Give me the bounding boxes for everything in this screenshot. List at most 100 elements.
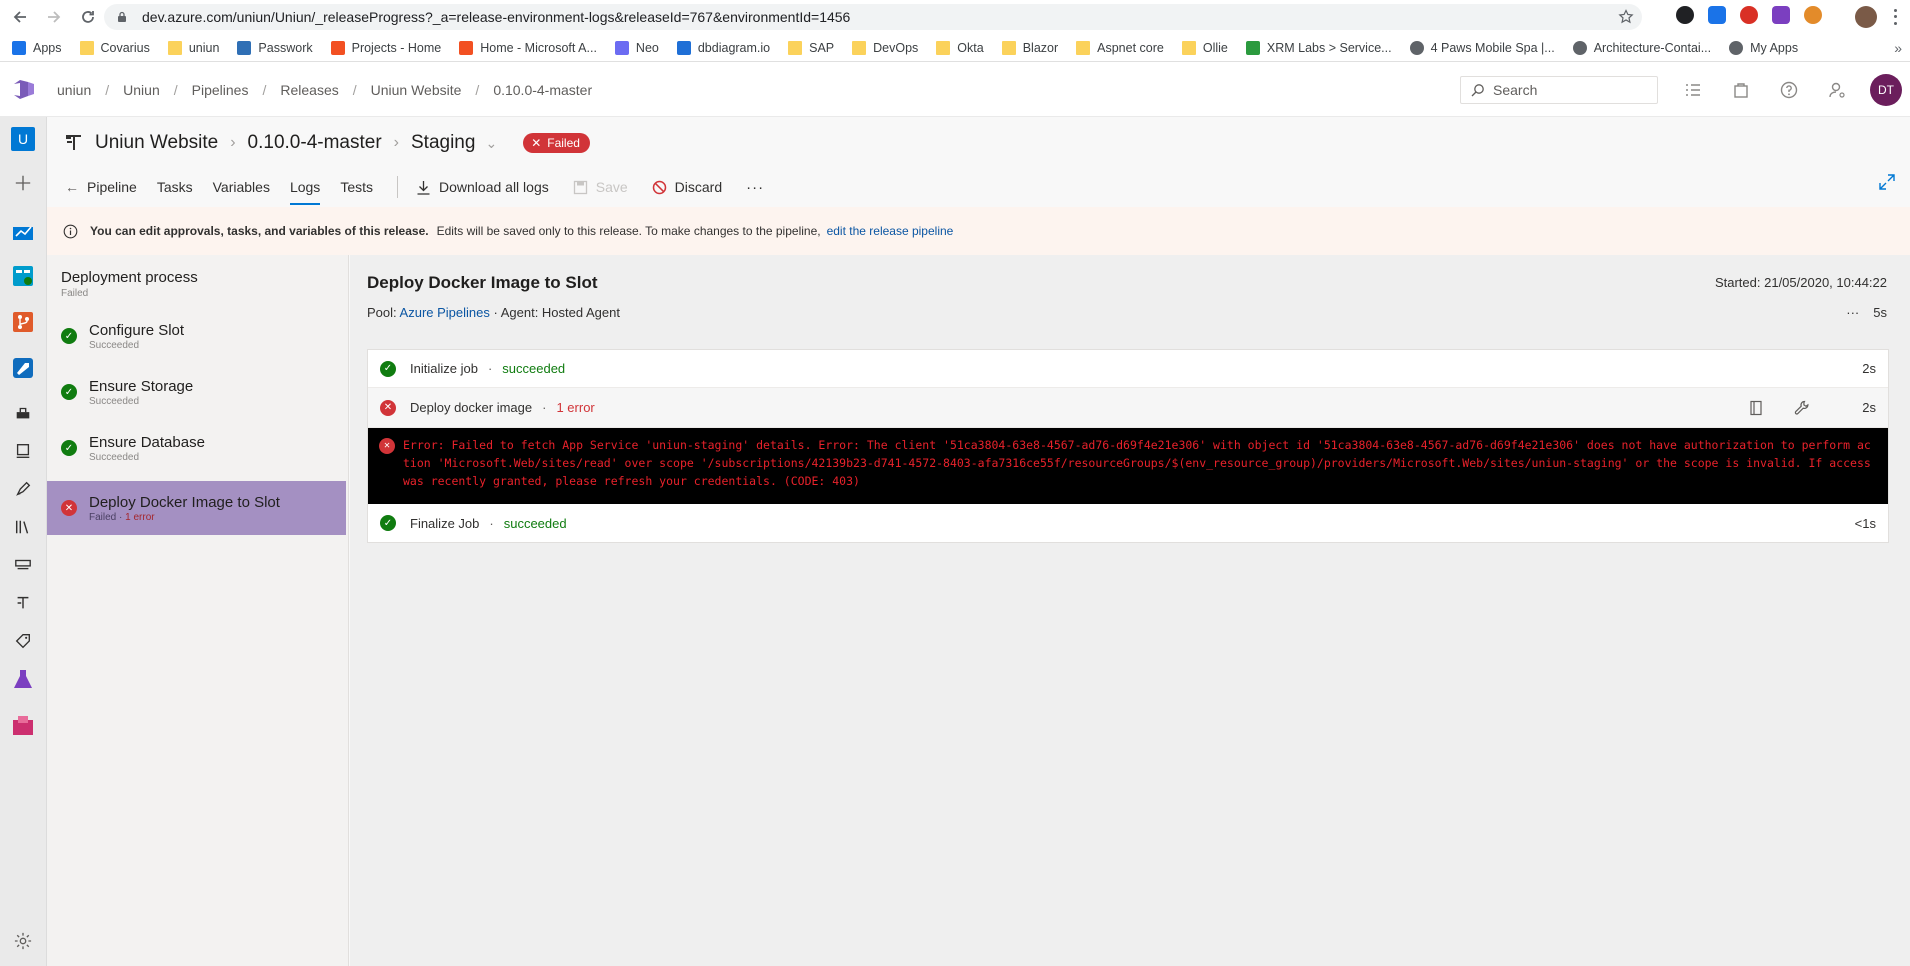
bookmark-item[interactable]: Blazor bbox=[1001, 40, 1058, 55]
job-more-button[interactable]: ··· bbox=[1846, 305, 1859, 320]
artifacts-icon[interactable] bbox=[10, 712, 36, 738]
more-icon: ··· bbox=[746, 178, 765, 196]
banner-bold-text: You can edit approvals, tasks, and varia… bbox=[90, 224, 429, 238]
tab-bar: ← Pipeline Tasks Variables Logs Tests Do… bbox=[65, 169, 788, 205]
bookmark-star-icon[interactable] bbox=[1618, 9, 1634, 25]
project-settings-gear-icon[interactable] bbox=[10, 928, 36, 954]
bookmark-item[interactable]: Projects - Home bbox=[330, 40, 441, 55]
bookmark-item[interactable]: XRM Labs > Service... bbox=[1245, 40, 1392, 55]
new-plus-icon[interactable] bbox=[10, 170, 36, 196]
flask-extension-icon[interactable] bbox=[1772, 6, 1790, 24]
stage-name[interactable]: Staging bbox=[411, 132, 475, 154]
bookmark-item[interactable]: DevOps bbox=[852, 40, 918, 55]
process-step-deploy-docker-image[interactable]: ✕ Deploy Docker Image to Slot Failed · 1… bbox=[47, 481, 346, 535]
user-settings-icon[interactable] bbox=[1828, 81, 1846, 99]
download-all-logs-button[interactable]: Download all logs bbox=[416, 179, 549, 195]
status-badge: ✕ Failed bbox=[523, 133, 590, 153]
pipeline-builds-icon[interactable] bbox=[10, 400, 36, 426]
process-step-ensure-database[interactable]: ✓ Ensure Database Succeeded bbox=[47, 421, 346, 475]
globe-icon bbox=[1409, 40, 1424, 55]
log-step-initialize-job[interactable]: ✓ Initialize job · succeeded 2s bbox=[368, 350, 1888, 388]
tab-variables[interactable]: Variables bbox=[213, 169, 270, 205]
azure-devops-logo-icon[interactable] bbox=[12, 78, 36, 100]
more-actions-button[interactable]: ··· bbox=[746, 179, 764, 196]
breadcrumb-item[interactable]: Pipelines bbox=[192, 82, 249, 98]
deployment-groups-icon[interactable] bbox=[10, 590, 36, 616]
overview-icon[interactable] bbox=[10, 217, 36, 243]
repos-icon[interactable] bbox=[10, 309, 36, 335]
log-step-deploy-docker-image[interactable]: ✕ Deploy docker image · 1 error 2s bbox=[368, 388, 1888, 428]
tag-icon[interactable] bbox=[10, 628, 36, 654]
key-extension-icon[interactable] bbox=[1708, 6, 1726, 24]
bookmarks-overflow-icon[interactable]: » bbox=[1894, 40, 1902, 56]
log-step-finalize-job[interactable]: ✓ Finalize Job · succeeded <1s bbox=[368, 504, 1888, 542]
pipelines-icon[interactable] bbox=[10, 355, 36, 381]
reload-icon[interactable] bbox=[74, 3, 102, 31]
user-avatar[interactable]: DT bbox=[1870, 74, 1902, 106]
test-plans-icon[interactable] bbox=[10, 666, 36, 692]
library-icon[interactable] bbox=[10, 514, 36, 540]
log-step-duration: <1s bbox=[1854, 515, 1876, 531]
pool-link[interactable]: Azure Pipelines bbox=[400, 305, 490, 320]
pipeline-name-link[interactable]: Uniun Website bbox=[95, 132, 218, 154]
list-settings-icon[interactable] bbox=[1684, 81, 1702, 99]
task-groups-icon[interactable] bbox=[10, 552, 36, 578]
save-label: Save bbox=[595, 179, 628, 195]
discard-button[interactable]: Discard bbox=[652, 179, 722, 195]
search-input[interactable]: Search bbox=[1460, 76, 1658, 104]
wrench-icon[interactable] bbox=[1794, 400, 1810, 416]
release-name-link[interactable]: 0.10.0-4-master bbox=[248, 132, 382, 154]
password-extension-icon[interactable] bbox=[1676, 6, 1694, 24]
bookmark-item[interactable]: 4 Paws Mobile Spa |... bbox=[1409, 40, 1555, 55]
deployment-process-header[interactable]: Deployment process Failed bbox=[61, 269, 198, 299]
tab-logs[interactable]: Logs bbox=[289, 169, 321, 205]
tab-tasks[interactable]: Tasks bbox=[157, 169, 193, 205]
help-icon[interactable] bbox=[1780, 81, 1798, 99]
record-extension-icon[interactable] bbox=[1740, 6, 1758, 24]
bookmark-item[interactable]: Apps bbox=[12, 40, 62, 55]
separator-dot: · bbox=[489, 515, 494, 531]
bookmark-item[interactable]: Ollie bbox=[1181, 40, 1228, 55]
cookie-extension-icon[interactable] bbox=[1804, 6, 1822, 24]
bookmark-item[interactable]: My Apps bbox=[1729, 40, 1798, 55]
bookmark-item[interactable]: Passwork bbox=[237, 40, 313, 55]
process-step-ensure-storage[interactable]: ✓ Ensure Storage Succeeded bbox=[47, 365, 346, 419]
breadcrumb-item[interactable]: uniun bbox=[57, 82, 91, 98]
log-step-name: Deploy docker image bbox=[410, 400, 533, 415]
process-step-configure-slot[interactable]: ✓ Configure Slot Succeeded bbox=[47, 309, 346, 363]
breadcrumb-item[interactable]: Releases bbox=[280, 82, 338, 98]
save-button[interactable]: Save bbox=[573, 179, 628, 195]
bookmark-item[interactable]: Home - Microsoft A... bbox=[459, 40, 597, 55]
boards-icon[interactable] bbox=[10, 263, 36, 289]
releases-rocket-icon[interactable] bbox=[10, 476, 36, 502]
breadcrumb-item[interactable]: 0.10.0-4-master bbox=[493, 82, 592, 98]
bookmark-item[interactable]: Aspnet core bbox=[1076, 40, 1164, 55]
bookmark-item[interactable]: uniun bbox=[167, 40, 219, 55]
environments-icon[interactable] bbox=[10, 438, 36, 464]
view-raw-log-icon[interactable] bbox=[1748, 400, 1764, 416]
bookmark-item[interactable]: Architecture-Contai... bbox=[1572, 40, 1711, 55]
tab-tests[interactable]: Tests bbox=[340, 169, 373, 205]
bookmark-item[interactable]: dbdiagram.io bbox=[676, 40, 770, 55]
bookmark-item[interactable]: Neo bbox=[614, 40, 659, 55]
expand-fullscreen-icon[interactable] bbox=[1878, 173, 1896, 191]
bookmark-item[interactable]: Covarius bbox=[79, 40, 150, 55]
breadcrumb-item[interactable]: Uniun Website bbox=[371, 82, 462, 98]
microsoft-icon bbox=[459, 40, 474, 55]
bookmark-item[interactable]: SAP bbox=[788, 40, 834, 55]
breadcrumb-item[interactable]: Uniun bbox=[123, 82, 160, 98]
back-arrow-icon[interactable] bbox=[6, 3, 34, 31]
chevron-down-icon[interactable]: ⌄ bbox=[485, 135, 497, 152]
project-avatar[interactable]: U bbox=[11, 127, 35, 151]
address-bar[interactable]: dev.azure.com/uniun/Uniun/_releaseProgre… bbox=[104, 4, 1642, 30]
tab-pipeline[interactable]: ← Pipeline bbox=[65, 169, 137, 205]
bookmark-label: Okta bbox=[957, 40, 984, 55]
browser-menu-icon[interactable] bbox=[1888, 7, 1902, 27]
marketplace-bag-icon[interactable] bbox=[1732, 81, 1750, 99]
bookmark-item[interactable]: Okta bbox=[936, 40, 984, 55]
browser-profile-avatar[interactable] bbox=[1855, 6, 1877, 28]
separator-dot: · bbox=[487, 361, 493, 376]
started-timestamp: Started: 21/05/2020, 10:44:22 bbox=[1714, 275, 1887, 290]
edit-release-pipeline-link[interactable]: edit the release pipeline bbox=[827, 224, 954, 238]
forward-arrow-icon[interactable] bbox=[40, 3, 68, 31]
